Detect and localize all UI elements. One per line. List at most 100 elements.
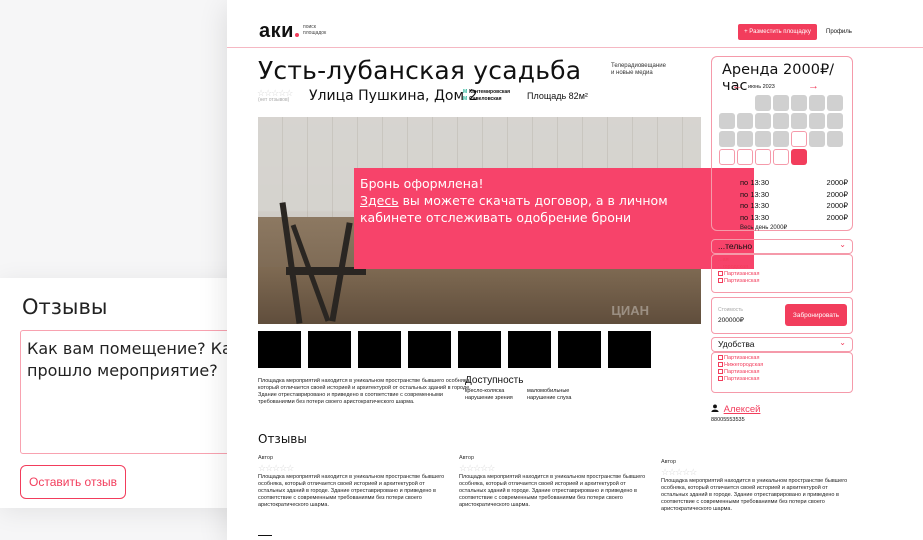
option-label: ...ая [718, 257, 729, 263]
extras-option[interactable]: ...ая [718, 257, 846, 264]
extras-option[interactable]: ...городская [718, 264, 846, 271]
review-text: Площадка мероприятий находится в уникаль… [258, 474, 445, 508]
host-name-link[interactable]: Алексей [724, 404, 761, 415]
checkbox[interactable] [718, 376, 723, 381]
time-slot[interactable]: по 13:30 2000₽ [740, 200, 848, 212]
amenity-option[interactable]: Партизанская [718, 355, 846, 362]
checkbox[interactable] [718, 271, 723, 276]
calendar-day[interactable] [773, 131, 789, 147]
option-label: Партизанская [724, 369, 760, 375]
leave-review-button[interactable]: Оставить отзыв [20, 465, 126, 499]
calendar-day[interactable] [827, 131, 843, 147]
calendar-day[interactable] [809, 95, 825, 111]
calendar-day[interactable] [719, 149, 735, 165]
calendar-day[interactable] [737, 113, 753, 129]
calendar-day[interactable] [755, 131, 771, 147]
metro-icon: М [463, 96, 468, 102]
extras-dropdown[interactable]: ...тельно ⌄ [711, 239, 853, 254]
slot-time: по 13:30 [740, 189, 770, 199]
arrow-right-icon[interactable]: → [808, 80, 819, 92]
thumbnail[interactable] [558, 331, 601, 368]
thumbnail[interactable] [608, 331, 651, 368]
background-review-card: Отзывы Как вам помещение? Как прошло мер… [0, 278, 270, 508]
calendar-day[interactable] [737, 149, 753, 165]
profile-link[interactable]: Профиль [826, 29, 852, 35]
calendar-day[interactable] [755, 95, 771, 111]
thumbnail[interactable] [408, 331, 451, 368]
metro-station-1: М Кантемировская [463, 89, 510, 96]
calendar-grid [719, 95, 847, 167]
arrow-left-icon[interactable]: ← [732, 80, 743, 92]
calendar-day[interactable] [773, 149, 789, 165]
calendar-day[interactable] [791, 113, 807, 129]
amenity-option[interactable]: Партизанская [718, 376, 846, 383]
calendar-day[interactable] [827, 113, 843, 129]
calendar-day[interactable] [809, 113, 825, 129]
calendar-day[interactable] [827, 95, 843, 111]
photo-thumbnails [258, 331, 651, 368]
address: Улица Пушкина, Дом 2 [309, 88, 478, 104]
calendar-row [719, 113, 847, 129]
calendar-day[interactable] [719, 113, 735, 129]
time-slot[interactable]: по 13:30 2000₽ [740, 189, 848, 201]
calendar-day[interactable] [719, 131, 735, 147]
all-day-option[interactable]: Весь день 2000₽ [740, 223, 848, 235]
book-button[interactable]: Забронировать [785, 304, 847, 326]
photo-watermark: ЦИАН [611, 303, 649, 318]
calendar-day-selected[interactable] [791, 149, 807, 165]
slot-time: по 13:30 [740, 178, 770, 187]
logo-subtitle: поиск площадок [303, 24, 326, 36]
logo[interactable]: аки [259, 20, 299, 43]
thumbnail[interactable] [308, 331, 351, 368]
amenities-dropdown[interactable]: Удобства ⌄ [711, 337, 853, 352]
logo-text: аки [259, 20, 294, 42]
calendar-day[interactable] [791, 95, 807, 111]
metro-name-1: Кантемировская [469, 89, 511, 95]
chair-leg [279, 202, 303, 324]
toast-title: Бронь оформлена! [360, 176, 484, 191]
accessibility-item: кресло-коляска [465, 388, 505, 394]
thumbnail[interactable] [508, 331, 551, 368]
logo-sub-line2: площадок [303, 30, 327, 36]
amenity-option[interactable]: Нижегородская [718, 362, 846, 369]
option-label: ...городская [718, 264, 749, 270]
amenity-option[interactable]: Партизанская [718, 369, 846, 376]
time-slot[interactable]: по 13:30 2000₽ [740, 212, 848, 224]
option-label: Партизанская [724, 271, 760, 277]
calendar-day[interactable] [809, 131, 825, 147]
calendar-day[interactable] [755, 113, 771, 129]
chevron-down-icon: ⌄ [839, 338, 846, 347]
calendar-day[interactable] [791, 131, 807, 147]
calendar-day[interactable] [773, 95, 789, 111]
rent-widget: Аренда 2000₽/час ← июнь 2023 → по 13:30 … [711, 56, 853, 231]
post-venue-button[interactable]: + Разместить площадку [738, 24, 817, 40]
review-author: Автор [258, 455, 274, 461]
calendar-day[interactable] [773, 113, 789, 129]
chevron-down-icon: ⌄ [839, 240, 846, 249]
extras-option[interactable]: Партизанская [718, 271, 846, 278]
venue-description: Площадка мероприятий находится в уникаль… [258, 378, 471, 405]
tag-line1: Телерадиовещание [611, 63, 666, 69]
thumbnail[interactable] [358, 331, 401, 368]
calendar-day[interactable] [737, 131, 753, 147]
checkbox[interactable] [718, 355, 723, 360]
header: аки поиск площадок + Разместить площадку… [227, 0, 923, 48]
no-reviews-label: (нет отзывов) [258, 97, 290, 103]
option-label: Нижегородская [724, 362, 764, 368]
checkbox[interactable] [718, 369, 723, 374]
slot-price: 2000₽ [826, 201, 848, 210]
contract-download-link[interactable]: Здесь [360, 193, 399, 208]
accessibility-item: маломобильные [527, 388, 570, 394]
cost-value: 200000₽ [718, 317, 744, 324]
thumbnail[interactable] [458, 331, 501, 368]
calendar-day[interactable] [755, 149, 771, 165]
checkbox[interactable] [718, 362, 723, 367]
time-slots: по 13:30 2000₽ по 13:30 2000₽ по 13:30 2000… [740, 177, 848, 235]
checkbox[interactable] [718, 278, 723, 283]
thumbnail[interactable] [258, 331, 301, 368]
option-label: Партизанская [724, 376, 760, 382]
accessibility-title: Доступность [465, 375, 524, 386]
extras-option[interactable]: Партизанская [718, 278, 846, 285]
time-slot[interactable]: по 13:30 2000₽ [740, 177, 848, 189]
calendar-month: июнь 2023 [748, 84, 775, 90]
